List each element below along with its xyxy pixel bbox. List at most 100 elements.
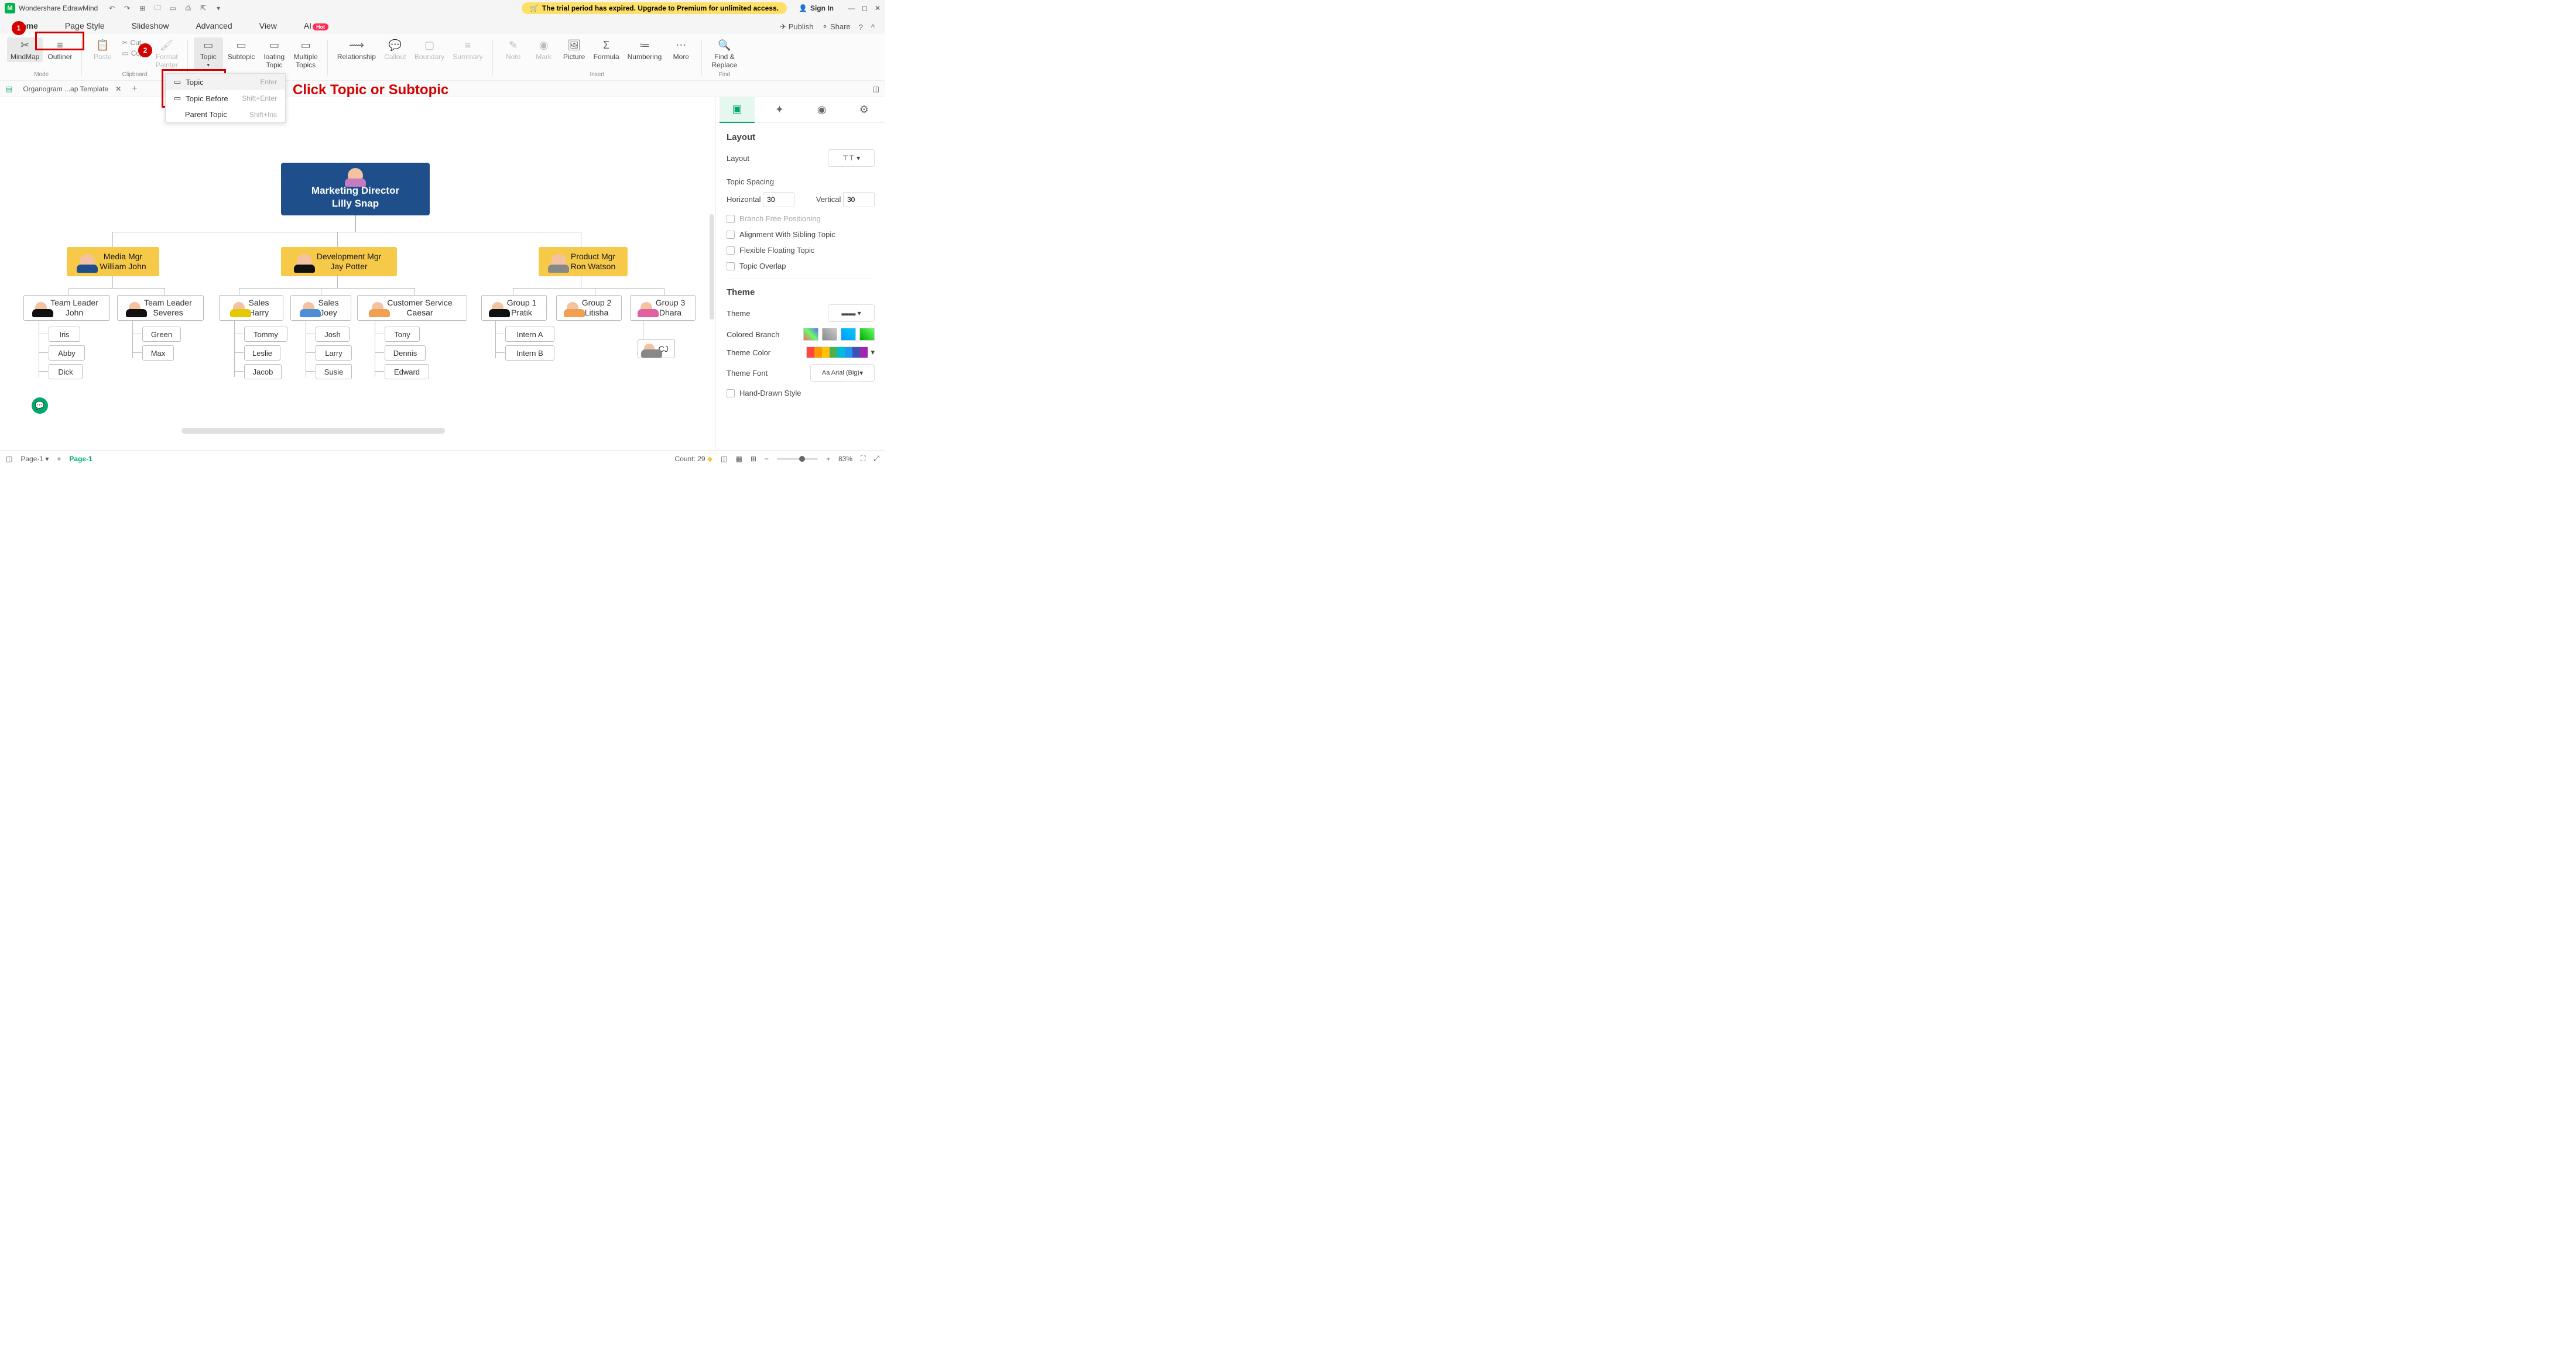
org-l3-joey[interactable]: SalesJoey <box>290 295 351 321</box>
redo-icon[interactable]: ↷ <box>121 4 133 12</box>
menu-page-style[interactable]: Page Style <box>60 19 109 34</box>
mindmap-button[interactable]: ✂MindMap <box>7 37 43 62</box>
org-l4[interactable]: Josh <box>316 327 350 342</box>
cb-tile[interactable] <box>841 328 856 341</box>
new-tab-button[interactable]: + <box>132 84 137 94</box>
topic-button[interactable]: ▭Topic▾ <box>194 37 223 70</box>
theme-select[interactable]: ▬▬ ▾ <box>828 304 875 322</box>
export-icon[interactable]: ⇱ <box>197 4 209 12</box>
maximize-icon[interactable]: ◻ <box>862 4 868 12</box>
relationship-button[interactable]: ⟿Relationship <box>334 37 379 62</box>
menu-advanced[interactable]: Advanced <box>191 19 237 34</box>
floating-topic-button[interactable]: ▭loating Topic <box>259 37 289 70</box>
more-button[interactable]: ⋯More <box>666 37 696 62</box>
multiple-topics-button[interactable]: ▭Multiple Topics <box>290 37 321 70</box>
org-l4[interactable]: Leslie <box>244 345 280 361</box>
panel-tab-settings[interactable]: ⚙ <box>847 97 882 123</box>
org-l4[interactable]: Susie <box>316 364 352 379</box>
format-painter-button[interactable]: 🖌Format Painter <box>152 37 181 70</box>
collapse-ribbon-icon[interactable]: ^ <box>871 23 875 32</box>
page-active[interactable]: Page-1 <box>69 455 92 463</box>
dropdown-topic[interactable]: ▭ TopicEnter <box>166 74 285 90</box>
zoom-in[interactable]: + <box>826 455 830 463</box>
canvas[interactable]: Marketing DirectorLilly Snap Media MgrWi… <box>0 97 715 450</box>
close-tab-icon[interactable]: ✕ <box>115 85 121 93</box>
paste-button[interactable]: 📋Paste <box>88 37 117 70</box>
minimize-icon[interactable]: — <box>848 4 855 12</box>
close-icon[interactable]: ✕ <box>875 4 881 12</box>
org-l4[interactable]: Green <box>142 327 181 342</box>
zoom-out[interactable]: − <box>765 455 769 463</box>
org-root-node[interactable]: Marketing DirectorLilly Snap <box>281 163 430 215</box>
fullscreen-icon[interactable]: ⤢ <box>873 454 879 463</box>
share-button[interactable]: ⚬ Share <box>821 22 850 32</box>
layout-select[interactable]: ⊤⊤ ▾ <box>828 149 875 167</box>
cb-tile[interactable] <box>859 328 875 341</box>
org-l4[interactable]: Tony <box>385 327 420 342</box>
formula-button[interactable]: ΣFormula <box>590 37 623 62</box>
org-l4[interactable]: Abby <box>49 345 85 361</box>
open-icon[interactable]: 🗀 <box>152 2 163 15</box>
picture-button[interactable]: 🖼Picture <box>560 37 589 62</box>
org-l3-severes[interactable]: Team LeaderSeveres <box>117 295 204 321</box>
theme-color-select[interactable] <box>806 346 868 358</box>
cb-tile[interactable] <box>822 328 837 341</box>
undo-icon[interactable]: ↶ <box>106 4 118 12</box>
view-mode-1[interactable]: ◫ <box>721 455 727 463</box>
help-icon[interactable]: ? <box>859 23 863 32</box>
flex-float-checkbox[interactable]: Flexible Floating Topic <box>727 246 875 255</box>
boundary-button[interactable]: ▢Boundary <box>411 37 448 62</box>
chat-icon[interactable]: 💬 <box>32 397 48 414</box>
dropdown-topic-before[interactable]: ▭ Topic BeforeShift+Enter <box>166 90 285 107</box>
dropdown-parent-topic[interactable]: Parent TopicShift+Ins <box>166 107 285 122</box>
org-l4[interactable]: Dennis <box>385 345 426 361</box>
print-icon[interactable]: ⎙ <box>182 4 194 13</box>
view-mode-3[interactable]: ⊞ <box>751 455 756 463</box>
numbering-button[interactable]: ≔Numbering <box>624 37 666 62</box>
org-l2-media[interactable]: Media MgrWilliam John <box>67 247 159 276</box>
panel-tab-mark[interactable]: ◉ <box>804 97 840 123</box>
vertical-scrollbar[interactable] <box>710 214 714 320</box>
add-page-button[interactable]: + <box>57 455 61 463</box>
panel-tab-ai[interactable]: ✦ <box>762 97 797 123</box>
panel-tab-layout[interactable]: ▣ <box>720 97 755 123</box>
fit-icon[interactable]: ⛶ <box>861 454 865 463</box>
note-button[interactable]: ✎Note <box>499 37 528 62</box>
org-l3-caesar[interactable]: Customer ServiceCaesar <box>357 295 467 321</box>
sign-in-button[interactable]: 👤 Sign In <box>799 4 834 12</box>
publish-button[interactable]: ✈ Publish <box>780 22 813 32</box>
org-l4[interactable]: Max <box>142 345 174 361</box>
find-replace-button[interactable]: 🔍Find & Replace <box>708 37 741 70</box>
org-l3-john[interactable]: Team LeaderJohn <box>23 295 110 321</box>
hand-drawn-checkbox[interactable]: Hand-Drawn Style <box>727 389 875 397</box>
outliner-button[interactable]: ≡Outliner <box>44 37 76 62</box>
trial-banner[interactable]: 🛒 The trial period has expired. Upgrade … <box>522 2 787 14</box>
align-sibling-checkbox[interactable]: Alignment With Sibling Topic <box>727 230 875 239</box>
callout-button[interactable]: 💬Callout <box>381 37 410 62</box>
theme-font-select[interactable]: Aa Arial (Big) ▾ <box>810 364 875 382</box>
org-l4[interactable]: Dick <box>49 364 83 379</box>
org-l4[interactable]: Iris <box>49 327 80 342</box>
cb-tile[interactable] <box>803 328 818 341</box>
mark-button[interactable]: ◉Mark <box>529 37 559 62</box>
more-icon[interactable]: ▾ <box>213 4 224 12</box>
outline-view-icon[interactable]: ◫ <box>6 455 12 463</box>
org-l3-pratik[interactable]: Group 1Pratik <box>481 295 547 321</box>
vertical-input[interactable] <box>843 192 875 207</box>
org-l4[interactable]: Intern B <box>505 345 554 361</box>
org-l3-litisha[interactable]: Group 2Litisha <box>556 295 622 321</box>
org-l3-dhara[interactable]: Group 3Dhara <box>630 295 696 321</box>
org-l4[interactable]: Tommy <box>244 327 287 342</box>
view-mode-2[interactable]: ▦ <box>736 455 742 463</box>
org-l4[interactable]: Edward <box>385 364 429 379</box>
branch-free-checkbox[interactable]: Branch Free Positioning <box>727 214 875 223</box>
doc-tab-1[interactable]: Organogram ...ap Template✕ <box>18 84 126 94</box>
org-l4[interactable]: Intern A <box>505 327 554 342</box>
panel-toggle-icon[interactable]: ◫ <box>873 85 879 93</box>
page-select[interactable]: Page-1 ▾ <box>20 455 49 463</box>
summary-button[interactable]: ≡Summary <box>449 37 486 62</box>
org-l2-product[interactable]: Product MgrRon Watson <box>539 247 628 276</box>
org-l2-dev[interactable]: Development MgrJay Potter <box>281 247 397 276</box>
org-l4[interactable]: Jacob <box>244 364 282 379</box>
org-l4-cj[interactable]: CJ <box>638 339 675 358</box>
